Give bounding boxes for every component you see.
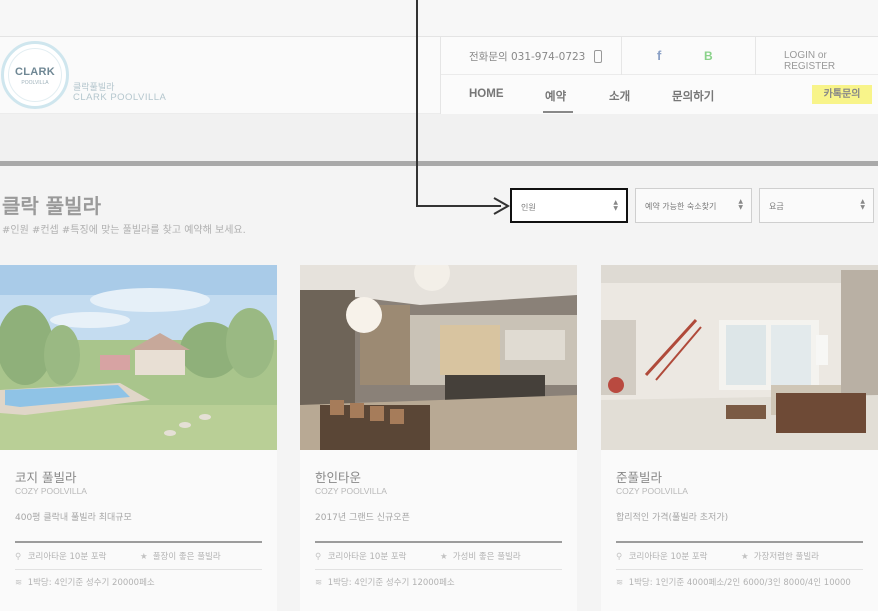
- card-divider: [15, 541, 262, 543]
- villa-description: 400평 클락내 풀빌라 최대규모: [15, 513, 132, 523]
- logo-subtext: POOLVILLA: [21, 80, 49, 86]
- guests-select[interactable]: 인원 ▲ ▼: [510, 188, 628, 223]
- star-icon: ★: [140, 552, 148, 562]
- login-register-link[interactable]: LOGIN or REGISTER: [784, 50, 878, 72]
- section-divider: [0, 161, 878, 166]
- kakao-inquiry-button[interactable]: 카톡문의: [812, 85, 872, 104]
- villa-feature: ★ 풀장이 좋은 풀빌라: [140, 550, 221, 562]
- villa-description: 합리적인 가격(풀빌라 초저가): [616, 513, 729, 523]
- annotation-arrow-head-icon: [493, 197, 510, 215]
- villa-english-name: COZY POOLVILLA: [315, 486, 387, 496]
- location-pin-icon: ⚲: [315, 552, 322, 562]
- villa-feature: ★ 가성비 좋은 풀빌라: [440, 550, 521, 562]
- villa-title[interactable]: 준풀빌라: [616, 467, 662, 486]
- header-right: 전화문의 031-974-0723 f B LOGIN or REGISTER …: [440, 37, 878, 114]
- card-divider: [616, 541, 863, 543]
- nav-reservation[interactable]: 예약: [545, 88, 566, 104]
- villa-feature-text: 가장저렴한 풀빌라: [753, 552, 819, 562]
- availability-select-label: 예약 가능한 숙소찾기: [645, 202, 717, 211]
- blog-icon[interactable]: B: [704, 49, 713, 63]
- villa-location-text: 코리아타운 10분 포락: [27, 552, 107, 562]
- divider: [755, 37, 756, 75]
- price-select-label: 요금: [769, 202, 784, 211]
- select-arrows-icon: ▲ ▼: [613, 199, 618, 212]
- villa-photo-living-room[interactable]: [601, 265, 878, 450]
- card-divider: [616, 569, 863, 570]
- price-stack-icon: ≋: [616, 578, 624, 588]
- villa-card[interactable]: 준풀빌라 COZY POOLVILLA 합리적인 가격(풀빌라 초저가) ⚲ 코…: [601, 265, 878, 611]
- villa-price: ≋ 1박당: 4인기준 성수기 12000페소: [315, 576, 455, 588]
- price-stack-icon: ≋: [315, 578, 323, 588]
- availability-select[interactable]: 예약 가능한 숙소찾기 ▲ ▼: [635, 188, 752, 223]
- logo[interactable]: CLARK POOLVILLA: [1, 41, 69, 109]
- villa-price-text: 1박당: 4인기준 성수기 20000페소: [27, 578, 155, 588]
- header-band: [0, 114, 878, 161]
- villa-location: ⚲ 코리아타운 10분 포락: [616, 550, 707, 562]
- guests-select-label: 인원: [521, 203, 536, 212]
- villa-location-text: 코리아타운 10분 포락: [327, 552, 407, 562]
- nav-active-indicator: [543, 111, 573, 113]
- villa-price: ≋ 1박당: 4인기준 성수기 20000페소: [15, 576, 155, 588]
- annotation-arrow-line: [416, 205, 501, 207]
- price-stack-icon: ≋: [15, 578, 23, 588]
- villa-photo-pool[interactable]: [0, 265, 277, 450]
- divider: [621, 37, 622, 75]
- villa-feature-text: 풀장이 좋은 풀빌라: [152, 552, 221, 562]
- select-arrows-icon: ▲ ▼: [860, 198, 865, 211]
- page-title: 클락 풀빌라: [2, 194, 101, 218]
- villa-english-name: COZY POOLVILLA: [15, 486, 87, 496]
- page-subtitle: #인원 #컨셉 #특징에 맞는 풀빌라를 찾고 예약해 보세요.: [2, 225, 246, 236]
- villa-card[interactable]: 한인타운 COZY POOLVILLA 2017년 그랜드 신규오픈 ⚲ 코리아…: [300, 265, 577, 611]
- card-divider: [315, 569, 562, 570]
- select-arrows-icon: ▲ ▼: [738, 198, 743, 211]
- star-icon: ★: [741, 552, 749, 562]
- villa-english-name: COZY POOLVILLA: [616, 486, 688, 496]
- villa-title[interactable]: 한인타운: [315, 467, 361, 486]
- header-utility-row: 전화문의 031-974-0723 f B LOGIN or REGISTER: [441, 37, 878, 75]
- villa-price: ≋ 1박당: 1인기준 4000페소/2인 6000/3인 8000/4인 10…: [616, 576, 851, 588]
- facebook-icon[interactable]: f: [657, 48, 661, 63]
- star-icon: ★: [440, 552, 448, 562]
- villa-location: ⚲ 코리아타운 10분 포락: [15, 550, 106, 562]
- nav-contact[interactable]: 문의하기: [672, 88, 714, 104]
- villa-photo-interior[interactable]: [300, 265, 577, 450]
- villa-card[interactable]: 코지 풀빌라 COZY POOLVILLA 400평 클락내 풀빌라 최대규모 …: [0, 265, 277, 611]
- price-select[interactable]: 요금 ▲ ▼: [759, 188, 874, 223]
- nav-home[interactable]: HOME: [469, 88, 504, 100]
- mobile-phone-icon: [594, 50, 602, 63]
- villa-feature: ★ 가장저렴한 풀빌라: [741, 550, 819, 562]
- villa-price-text: 1박당: 1인기준 4000페소/2인 6000/3인 8000/4인 1000…: [628, 578, 851, 588]
- top-bar: [0, 0, 878, 37]
- location-pin-icon: ⚲: [15, 552, 22, 562]
- villa-price-text: 1박당: 4인기준 성수기 12000페소: [327, 578, 455, 588]
- logo-text: CLARK: [15, 66, 55, 78]
- annotation-arrow-line: [416, 0, 418, 207]
- card-divider: [15, 569, 262, 570]
- phone-number: 전화문의 031-974-0723: [469, 51, 586, 63]
- villa-description: 2017년 그랜드 신규오픈: [315, 513, 410, 523]
- location-pin-icon: ⚲: [616, 552, 623, 562]
- brand-name-english: CLARK POOLVILLA: [73, 92, 167, 103]
- villa-location: ⚲ 코리아타운 10분 포락: [315, 550, 406, 562]
- villa-title[interactable]: 코지 풀빌라: [15, 467, 76, 486]
- nav-about[interactable]: 소개: [609, 88, 630, 104]
- villa-location-text: 코리아타운 10분 포락: [628, 552, 708, 562]
- villa-feature-text: 가성비 좋은 풀빌라: [452, 552, 521, 562]
- card-divider: [315, 541, 562, 543]
